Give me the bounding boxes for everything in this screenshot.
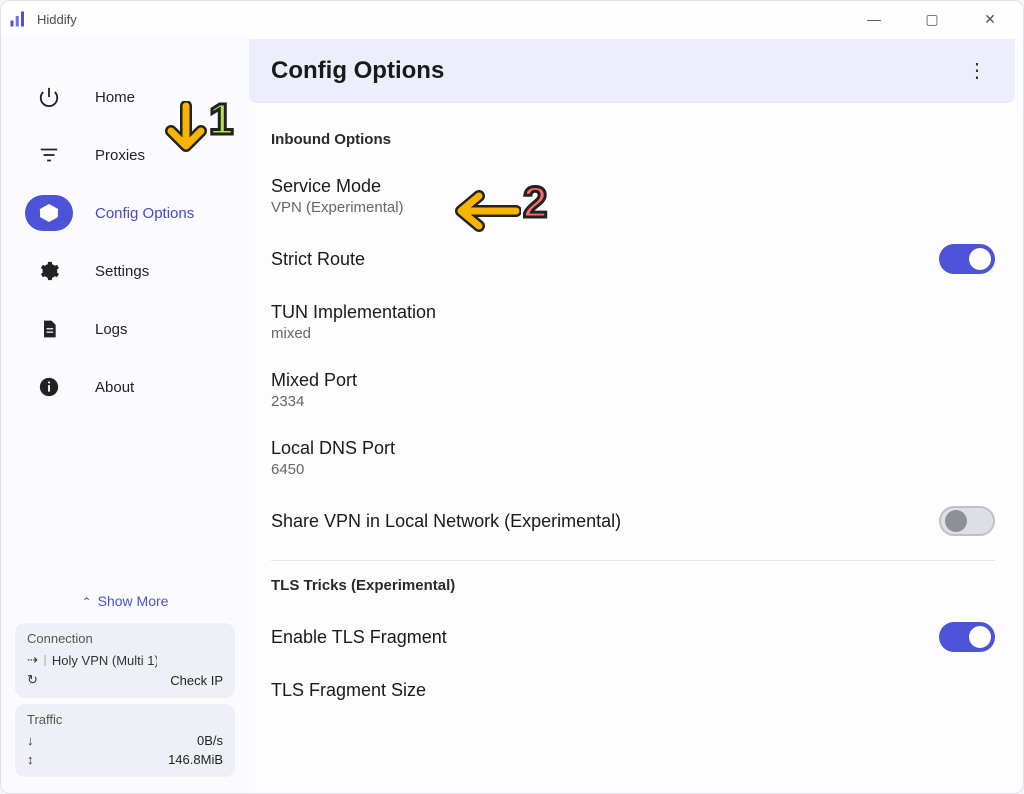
sidebar-item-label: Proxies xyxy=(95,147,145,164)
box-icon xyxy=(38,202,60,224)
setting-strict-route[interactable]: Strict Route xyxy=(271,230,995,288)
download-icon: ↓ xyxy=(27,733,34,748)
setting-tun-implementation[interactable]: TUN Implementation mixed xyxy=(271,288,995,356)
content-scroll[interactable]: Inbound Options Service Mode VPN (Experi… xyxy=(249,103,1023,793)
link-icon: ⇢ xyxy=(27,652,38,668)
bars-icon xyxy=(9,10,27,28)
setting-value: 2334 xyxy=(271,393,357,410)
setting-label: Service Mode xyxy=(271,176,404,197)
setting-value: 6450 xyxy=(271,461,395,478)
setting-value: mixed xyxy=(271,325,436,342)
section-inbound-title: Inbound Options xyxy=(271,131,995,148)
setting-label: Share VPN in Local Network (Experimental… xyxy=(271,511,621,532)
download-rate: 0B/s xyxy=(197,733,223,748)
sidebar-item-settings[interactable]: Settings xyxy=(15,249,235,293)
setting-label: TUN Implementation xyxy=(271,302,436,323)
chevron-up-icon: ⌃ xyxy=(82,595,92,609)
show-more-button[interactable]: ⌃ Show More xyxy=(15,585,235,617)
setting-service-mode[interactable]: Service Mode VPN (Experimental) xyxy=(271,162,995,230)
connection-title: Connection xyxy=(27,631,223,646)
setting-label: TLS Fragment Size xyxy=(271,680,426,701)
toggle-strict-route[interactable] xyxy=(939,244,995,274)
file-icon xyxy=(39,318,59,340)
toggle-share-vpn[interactable] xyxy=(939,506,995,536)
sidebar-item-label: Logs xyxy=(95,321,128,338)
page-title: Config Options xyxy=(271,57,444,85)
sidebar-item-proxies[interactable]: Proxies xyxy=(15,133,235,177)
gear-icon xyxy=(38,260,60,282)
sidebar-item-about[interactable]: About xyxy=(15,365,235,409)
app-title: Hiddify xyxy=(37,12,77,27)
sidebar: Home Proxies Config Options Settings Log… xyxy=(1,37,249,793)
sidebar-item-logs[interactable]: Logs xyxy=(15,307,235,351)
sidebar-item-home[interactable]: Home xyxy=(15,75,235,119)
sidebar-item-config-options[interactable]: Config Options xyxy=(15,191,235,235)
minimize-button[interactable]: — xyxy=(859,11,889,28)
setting-share-vpn[interactable]: Share VPN in Local Network (Experimental… xyxy=(271,492,995,550)
setting-tls-fragment-size[interactable]: TLS Fragment Size xyxy=(271,666,995,715)
setting-label: Enable TLS Fragment xyxy=(271,627,447,648)
info-icon xyxy=(38,376,60,398)
close-button[interactable]: ✕ xyxy=(975,11,1005,28)
vpn-name: Holy VPN (Multi 1)... xyxy=(52,653,157,668)
refresh-icon: ↻ xyxy=(27,672,38,688)
power-icon xyxy=(38,86,60,108)
setting-label: Local DNS Port xyxy=(271,438,395,459)
sidebar-item-label: Home xyxy=(95,89,135,106)
traffic-card[interactable]: Traffic ↓ 0B/s ↕ 146.8MiB xyxy=(15,704,235,777)
setting-value: VPN (Experimental) xyxy=(271,199,404,216)
setting-label: Mixed Port xyxy=(271,370,357,391)
setting-enable-tls-fragment[interactable]: Enable TLS Fragment xyxy=(271,608,995,666)
sidebar-item-label: Settings xyxy=(95,263,149,280)
sidebar-item-label: Config Options xyxy=(95,205,194,222)
main-header: Config Options ⋮ xyxy=(249,39,1015,103)
check-ip-label[interactable]: Check IP xyxy=(170,673,223,688)
flag-france-icon xyxy=(44,655,46,666)
titlebar: Hiddify — ▢ ✕ xyxy=(1,1,1023,37)
maximize-button[interactable]: ▢ xyxy=(917,11,947,28)
updown-icon: ↕ xyxy=(27,752,34,767)
setting-local-dns-port[interactable]: Local DNS Port 6450 xyxy=(271,424,995,492)
filter-icon xyxy=(38,144,60,166)
section-tls-title: TLS Tricks (Experimental) xyxy=(271,577,995,594)
setting-label: Strict Route xyxy=(271,249,365,270)
toggle-tls-fragment[interactable] xyxy=(939,622,995,652)
section-divider xyxy=(271,560,995,561)
show-more-label: Show More xyxy=(98,593,169,609)
app-logo: Hiddify xyxy=(9,10,77,28)
main-panel: Config Options ⋮ Inbound Options Service… xyxy=(249,37,1023,793)
traffic-total: 146.8MiB xyxy=(168,752,223,767)
sidebar-item-label: About xyxy=(95,379,134,396)
traffic-title: Traffic xyxy=(27,712,223,727)
kebab-menu-icon[interactable]: ⋮ xyxy=(961,52,993,89)
setting-mixed-port[interactable]: Mixed Port 2334 xyxy=(271,356,995,424)
connection-card[interactable]: Connection ⇢ Holy VPN (Multi 1)... ↻ Che… xyxy=(15,623,235,698)
